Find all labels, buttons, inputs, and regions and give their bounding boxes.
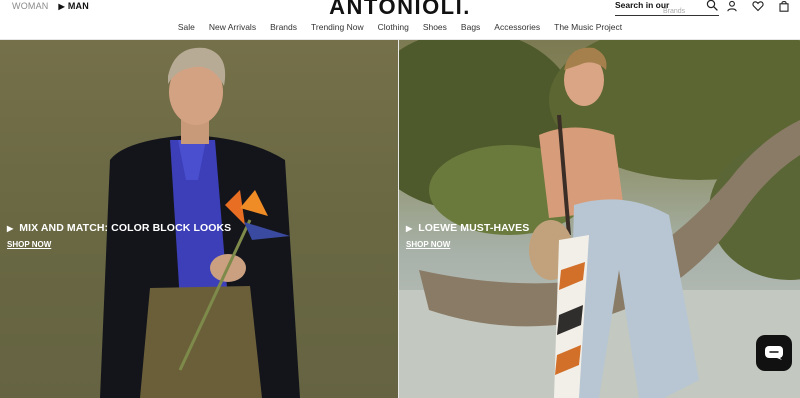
search-icon[interactable] [706, 0, 718, 11]
hero-right-photo [399, 40, 800, 398]
hero-left-caption: ▶ MIX AND MATCH: COLOR BLOCK LOOKS SHOP … [7, 222, 231, 252]
top-bar: WOMAN ▶ MAN ANTONIOLI. Sale New Arrivals… [0, 0, 800, 40]
hero-left-title[interactable]: ▶ MIX AND MATCH: COLOR BLOCK LOOKS [7, 222, 231, 234]
search-label: Search in our [615, 0, 670, 10]
chat-icon [765, 346, 783, 360]
nav-item-accessories[interactable]: Accessories [487, 22, 547, 32]
nav-item-new-arrivals[interactable]: New Arrivals [202, 22, 263, 32]
wishlist-icon[interactable] [752, 0, 764, 12]
hero-left-title-text: MIX AND MATCH: COLOR BLOCK LOOKS [19, 222, 232, 234]
hero-right-caption: ▶ LOEWE MUST-HAVES SHOP NOW [406, 222, 529, 252]
nav-item-trending-now[interactable]: Trending Now [304, 22, 371, 32]
search-placeholder: Brands [663, 8, 686, 15]
hero-banner-right[interactable]: ▶ LOEWE MUST-HAVES SHOP NOW [399, 40, 800, 398]
nav-item-shoes[interactable]: Shoes [416, 22, 454, 32]
user-icon[interactable] [726, 0, 738, 12]
header-icons [726, 0, 790, 12]
bag-icon[interactable] [778, 0, 790, 12]
hero-right-title[interactable]: ▶ LOEWE MUST-HAVES [406, 222, 529, 234]
hero-right-shop-now-link[interactable]: SHOP NOW [406, 240, 450, 249]
nav-item-bags[interactable]: Bags [454, 22, 487, 32]
hero-right-title-text: LOEWE MUST-HAVES [418, 222, 530, 234]
hero-left-photo [100, 47, 300, 398]
nav-item-music-project[interactable]: The Music Project [547, 22, 629, 32]
main-nav: Sale New Arrivals Brands Trending Now Cl… [0, 22, 800, 32]
nav-item-sale[interactable]: Sale [171, 22, 202, 32]
play-icon: ▶ [406, 223, 413, 233]
hero-left-shop-now-link[interactable]: SHOP NOW [7, 240, 51, 249]
hero-banner-left[interactable]: ▶ MIX AND MATCH: COLOR BLOCK LOOKS SHOP … [0, 40, 400, 398]
nav-item-brands[interactable]: Brands [263, 22, 304, 32]
search-field[interactable]: Search in our Brands [615, 0, 719, 16]
nav-item-clothing[interactable]: Clothing [371, 22, 416, 32]
chat-button[interactable] [756, 335, 792, 371]
play-icon: ▶ [7, 223, 14, 233]
